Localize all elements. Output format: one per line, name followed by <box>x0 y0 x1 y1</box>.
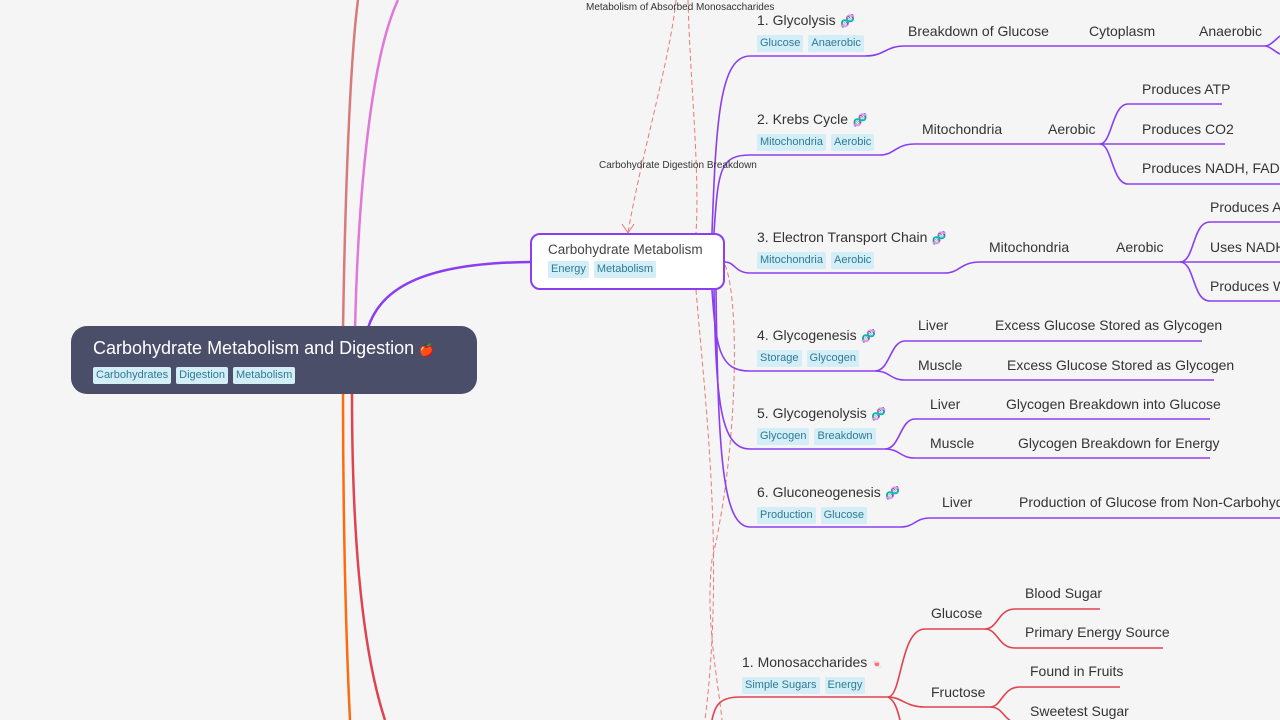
tag: Glycogen <box>757 428 810 445</box>
topic-node[interactable]: Muscle <box>930 435 974 451</box>
tag: Glucose <box>820 507 867 524</box>
subtopic-monosaccharides[interactable]: 1. Monosaccharides 🍬 Simple Sugars Energy <box>742 654 883 694</box>
tag: Energy <box>824 677 866 694</box>
root-tags: Carbohydrates Digestion Metabolism <box>93 367 455 384</box>
tag: Energy <box>548 261 589 278</box>
main-topic-tags: Energy Metabolism <box>548 261 707 278</box>
branch-line-pink <box>353 0 400 331</box>
dna-icon: 🧬 <box>840 14 855 28</box>
topic-node[interactable]: Produces ATP <box>1142 81 1230 97</box>
topic-node[interactable]: Muscle <box>918 357 962 373</box>
topic-node[interactable]: Fructose <box>931 684 985 700</box>
subtopic-electron-transport-chain[interactable]: 3. Electron Transport Chain 🧬 Mitochondr… <box>757 229 947 269</box>
connector <box>1264 45 1280 55</box>
topic-node[interactable]: Liver <box>930 396 960 412</box>
relation-label[interactable]: Carbohydrate Digestion Breakdown <box>599 160 757 171</box>
tag: Carbohydrates <box>93 367 172 384</box>
topic-node[interactable]: Anaerobic <box>1199 23 1262 39</box>
candy-icon: 🍬 <box>871 659 883 669</box>
topic-node[interactable]: Mitochondria <box>989 239 1069 255</box>
topic-node[interactable]: Breakdown of Glucose <box>908 23 1049 39</box>
topic-node[interactable]: Produces CO2 <box>1142 121 1234 137</box>
topic-node[interactable]: Excess Glucose Stored as Glycogen <box>1007 357 1234 373</box>
tag: Mitochondria <box>757 252 826 269</box>
topic-node[interactable]: Produces W <box>1210 278 1280 294</box>
topic-node[interactable]: Production of Glucose from Non-Carbohydr… <box>1019 494 1280 510</box>
topic-node[interactable]: Sweetest Sugar <box>1030 703 1129 719</box>
subtopic-glycolysis[interactable]: 1. Glycolysis 🧬 Glucose Anaerobic <box>757 12 864 52</box>
topic-node[interactable]: Uses NADH, <box>1210 239 1280 255</box>
main-topic-title: Carbohydrate Metabolism <box>548 242 703 257</box>
dna-icon: 🧬 <box>885 486 901 500</box>
subtopic-label: 1. Glycolysis <box>757 12 836 28</box>
connector <box>887 696 901 720</box>
root-title: Carbohydrate Metabolism and Digestion <box>93 338 415 358</box>
subtopic-label: 4. Glycogenesis <box>757 327 857 343</box>
relation-line <box>687 0 698 234</box>
topic-node[interactable]: Glucose <box>931 605 982 621</box>
tag: Storage <box>757 350 802 367</box>
subtopic-krebs-cycle[interactable]: 2. Krebs Cycle 🧬 Mitochondria Aerobic <box>757 111 875 151</box>
relation-label[interactable]: Metabolism of Absorbed Monosaccharides <box>586 2 774 13</box>
topic-node[interactable]: Cytoplasm <box>1089 23 1155 39</box>
subtopic-label: 1. Monosaccharides <box>742 654 868 670</box>
topic-node[interactable]: Produces AT <box>1210 199 1280 215</box>
subtopic-glycogenesis[interactable]: 4. Glycogenesis 🧬 Storage Glycogen <box>757 327 876 367</box>
relation-line <box>627 0 677 234</box>
branch-line-main <box>366 260 531 329</box>
tag: Aerobic <box>830 134 875 151</box>
tag: Glycogen <box>806 350 860 367</box>
subtopic-gluconeogenesis[interactable]: 6. Gluconeogenesis 🧬 Production Glucose <box>757 484 900 524</box>
tag: Simple Sugars <box>742 677 820 694</box>
branch-line-red <box>350 393 387 720</box>
tag: Anaerobic <box>808 35 864 52</box>
topic-node[interactable]: Glycogen Breakdown for Energy <box>1018 435 1220 451</box>
subtopic-glycogenolysis[interactable]: 5. Glycogenolysis 🧬 Glycogen Breakdown <box>757 405 886 445</box>
topic-node[interactable]: Aerobic <box>1116 239 1163 255</box>
main-topic-carbohydrate-metabolism[interactable]: Carbohydrate Metabolism Energy Metabolis… <box>530 233 725 290</box>
topic-node[interactable]: Glycogen Breakdown into Glucose <box>1006 396 1221 412</box>
tag: Production <box>757 507 816 524</box>
subtopic-label: 6. Gluconeogenesis <box>757 484 881 500</box>
tag: Aerobic <box>830 252 875 269</box>
dna-icon: 🧬 <box>861 329 877 343</box>
topic-node[interactable]: Blood Sugar <box>1025 585 1102 601</box>
connector <box>711 696 888 720</box>
tag: Digestion <box>176 367 229 384</box>
connector <box>989 706 1011 720</box>
topic-node[interactable]: Mitochondria <box>922 121 1002 137</box>
topic-node[interactable]: Found in Fruits <box>1030 663 1123 679</box>
topic-node[interactable]: Primary Energy Source <box>1025 624 1170 640</box>
topic-node[interactable]: Aerobic <box>1048 121 1095 137</box>
relation-line <box>709 264 735 720</box>
dna-icon: 🧬 <box>931 231 947 245</box>
subtopic-label: 5. Glycogenolysis <box>757 405 867 421</box>
relation-line <box>695 289 715 720</box>
tag: Metabolism <box>593 261 657 278</box>
branch-line-orange <box>341 393 352 720</box>
dna-icon: 🧬 <box>852 113 868 127</box>
tag: Breakdown <box>814 428 876 445</box>
root-topic[interactable]: Carbohydrate Metabolism and Digestion 🍎 … <box>71 326 477 394</box>
apple-icon: 🍎 <box>419 343 435 357</box>
subtopic-label: 2. Krebs Cycle <box>757 111 849 127</box>
dna-icon: 🧬 <box>871 407 887 421</box>
tag: Glucose <box>757 35 804 52</box>
tag: Mitochondria <box>757 134 826 151</box>
topic-node[interactable]: Liver <box>942 494 972 510</box>
subtopic-label: 3. Electron Transport Chain <box>757 229 928 245</box>
topic-node[interactable]: Excess Glucose Stored as Glycogen <box>995 317 1222 333</box>
tag: Metabolism <box>233 367 296 384</box>
topic-node[interactable]: Produces NADH, FADH2 <box>1142 160 1280 176</box>
connector <box>713 143 1100 234</box>
topic-node[interactable]: Liver <box>918 317 948 333</box>
